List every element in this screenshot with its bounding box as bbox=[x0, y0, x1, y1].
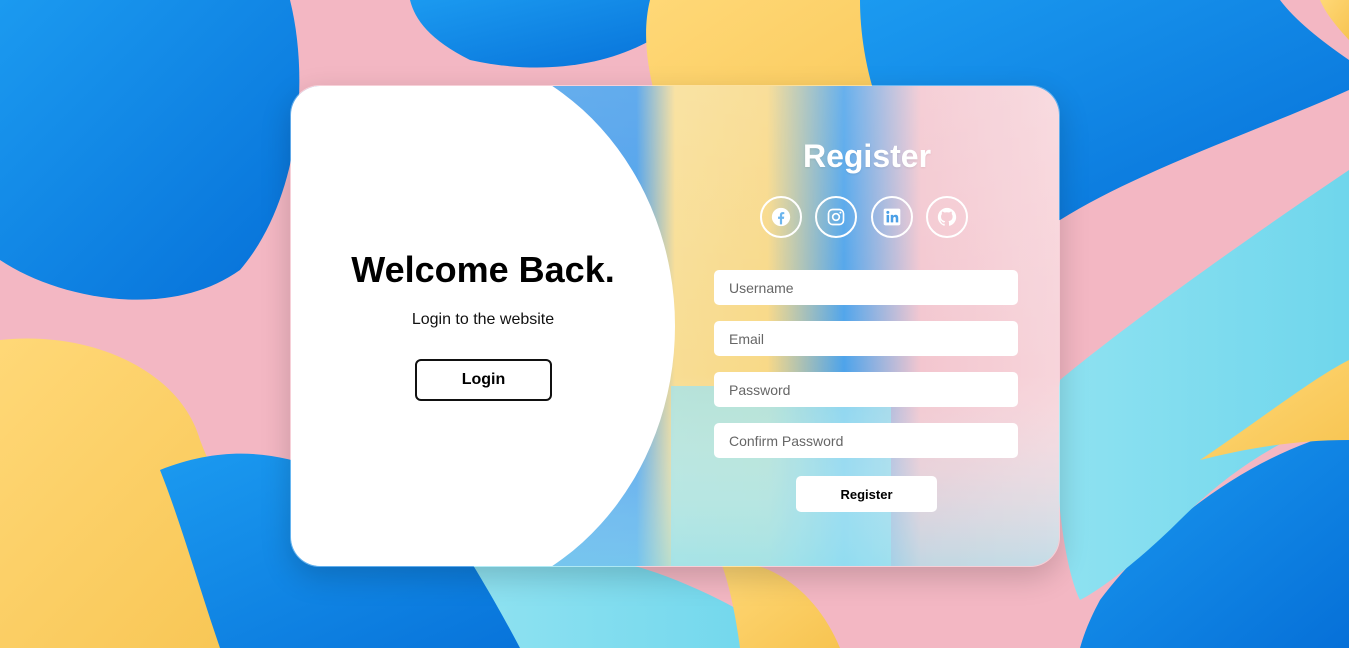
password-field[interactable] bbox=[714, 372, 1018, 407]
auth-card: Welcome Back. Login to the website Login… bbox=[290, 85, 1060, 567]
login-button[interactable]: Login bbox=[415, 359, 552, 401]
username-field[interactable] bbox=[714, 270, 1018, 305]
welcome-panel: Welcome Back. Login to the website Login bbox=[291, 86, 675, 566]
github-icon[interactable] bbox=[926, 196, 968, 238]
instagram-icon[interactable] bbox=[815, 196, 857, 238]
register-button[interactable]: Register bbox=[796, 476, 937, 512]
welcome-subtitle: Login to the website bbox=[411, 311, 555, 328]
email-field[interactable] bbox=[714, 321, 1018, 356]
confirm-password-field[interactable] bbox=[714, 423, 1018, 458]
social-links bbox=[760, 196, 974, 242]
facebook-icon[interactable] bbox=[760, 196, 802, 238]
register-title: Register bbox=[802, 138, 932, 174]
register-panel: Register Username Email Register bbox=[675, 86, 1059, 566]
welcome-title: Welcome Back. bbox=[351, 249, 615, 290]
linkedin-icon[interactable] bbox=[871, 196, 913, 238]
